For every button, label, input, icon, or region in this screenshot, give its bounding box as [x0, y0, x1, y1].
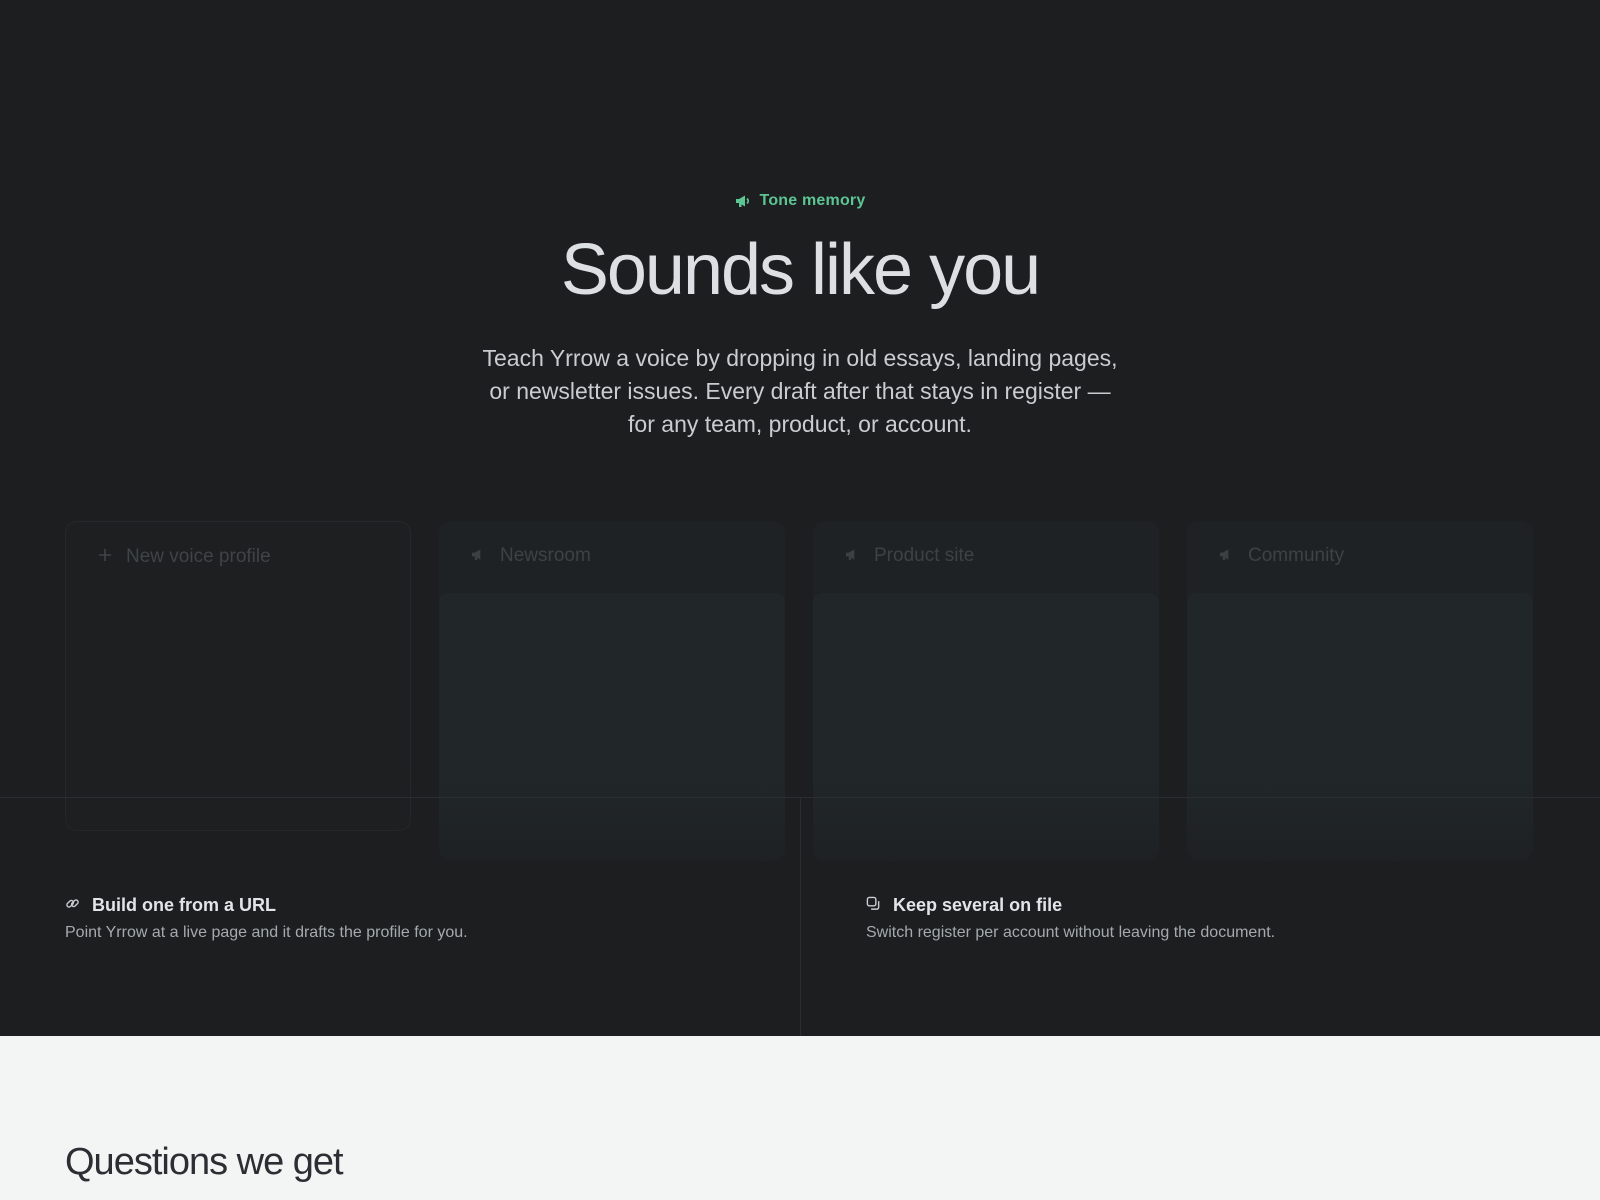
- megaphone-icon: [845, 545, 860, 567]
- hero-subtitle: Teach Yrrow a voice by dropping in old e…: [482, 345, 1118, 437]
- voice-profile-header: Newsroom: [439, 521, 785, 591]
- link-icon: [65, 895, 80, 916]
- voice-profile-label: Newsroom: [500, 545, 591, 566]
- hero-eyebrow-label: Tone memory: [759, 192, 866, 209]
- new-voice-profile-card[interactable]: New voice profile: [65, 521, 411, 831]
- feature-title-label: Build one from a URL: [92, 894, 276, 915]
- feature-title: Build one from a URL: [65, 893, 725, 917]
- voice-profile-header: Product site: [813, 521, 1159, 591]
- feature-description: Switch register per account without leav…: [866, 924, 1276, 941]
- megaphone-icon: [471, 545, 486, 567]
- megaphone-icon: [1219, 545, 1234, 567]
- voice-profile-preview: [813, 593, 1159, 861]
- new-voice-profile-header: New voice profile: [66, 522, 410, 592]
- new-voice-profile-label: New voice profile: [126, 546, 271, 567]
- feature-description: Point Yrrow at a live page and it drafts…: [65, 924, 468, 941]
- hero-title: Sounds like you: [560, 230, 1041, 310]
- feature-title: Keep several on file: [866, 893, 1526, 917]
- feature-keep-several: Keep several on file Switch register per…: [866, 893, 1526, 942]
- copy-icon: [866, 895, 881, 916]
- voice-profile-card-community[interactable]: Community: [1187, 521, 1533, 861]
- hero-section: Tone memory Sounds like you Teach Yrrow …: [0, 0, 1600, 1036]
- voice-profile-preview: [1187, 593, 1533, 861]
- hero-eyebrow: Tone memory: [0, 192, 1600, 210]
- voice-profile-label: Community: [1248, 545, 1345, 566]
- voice-profile-preview: [439, 593, 785, 861]
- plus-icon: [98, 546, 112, 568]
- faq-title: Questions we get: [65, 1141, 344, 1183]
- voice-profile-header: Community: [1187, 521, 1533, 591]
- voice-profile-card-newsroom[interactable]: Newsroom: [439, 521, 785, 861]
- voice-profile-label: Product site: [874, 545, 975, 566]
- voice-profile-card-product-site[interactable]: Product site: [813, 521, 1159, 861]
- megaphone-icon: [735, 194, 751, 208]
- feature-build-from-url: Build one from a URL Point Yrrow at a li…: [65, 893, 725, 942]
- feature-divider: [800, 798, 801, 1036]
- feature-title-label: Keep several on file: [893, 894, 1063, 915]
